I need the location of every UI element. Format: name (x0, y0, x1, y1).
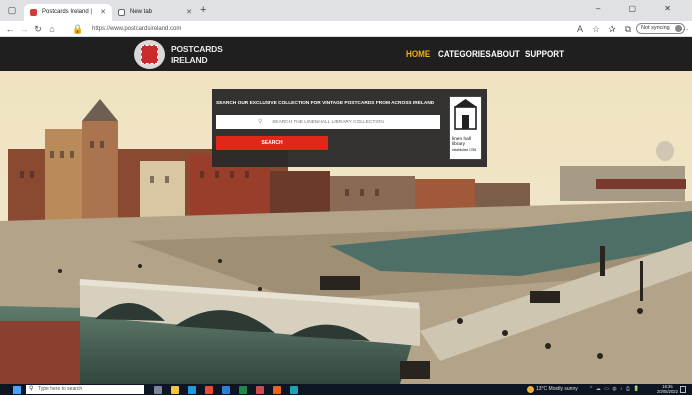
browser-toolbar: ← → ↻ ⌂ 🔒 https://www.postcardsireland.c… (0, 21, 692, 37)
edge-active-icon[interactable] (290, 386, 298, 394)
weather-sun-icon[interactable] (527, 386, 534, 393)
workspace-icon[interactable]: ▢ (6, 5, 18, 15)
read-aloud-icon[interactable]: A (574, 23, 586, 35)
tab-postcards-ireland[interactable]: Postcards Ireland | ✕ (24, 4, 112, 21)
search-icon: ⚲ (258, 119, 263, 125)
tab-title: New tab (130, 9, 153, 15)
home-icon[interactable]: ⌂ (46, 23, 58, 35)
notification-icon[interactable] (680, 386, 686, 393)
logo-text-line1[interactable]: POSTCARDS (171, 44, 223, 54)
nav-home[interactable]: HOME (406, 49, 430, 60)
photos-icon[interactable] (256, 386, 264, 394)
firefox-icon[interactable] (273, 386, 281, 394)
excel-icon[interactable] (239, 386, 247, 394)
file-explorer-icon[interactable] (171, 386, 179, 394)
search-panel-title: SEARCH OUR EXCLUSIVE COLLECTION FOR VINT… (216, 101, 435, 106)
favorites-icon[interactable]: ✰ (606, 23, 618, 35)
clock-date: 20/05/2022 (657, 389, 678, 394)
refresh-icon[interactable]: ↻ (32, 23, 44, 35)
library-line2: library (452, 142, 466, 147)
taskbar-search-placeholder: Type here to search (38, 386, 83, 392)
stamp-logo-icon (141, 45, 158, 64)
postcards-favicon-icon (30, 9, 37, 16)
site-header: POSTCARDS IRELAND HOME CATEGORIES ABOUT … (0, 37, 692, 71)
logo-text-line2[interactable]: IRELAND (171, 55, 208, 65)
new-tab-button[interactable]: + (200, 5, 206, 16)
tab-title: Postcards Ireland | (42, 9, 92, 15)
task-view-icon[interactable] (154, 386, 162, 394)
tab-close-icon[interactable]: ✕ (186, 4, 192, 21)
nav-about[interactable]: ABOUT (491, 49, 520, 60)
edge-icon[interactable] (188, 386, 196, 394)
start-windows-icon[interactable] (13, 386, 21, 394)
taskbar-search-box[interactable]: ⚲ Type here to search (26, 385, 144, 394)
system-tray-icons[interactable]: ^ ☁ ▭ ◍ ♪ ⎙ 🔋 (590, 385, 641, 394)
chrome-icon[interactable] (205, 386, 213, 394)
nav-support[interactable]: SUPPORT (525, 49, 564, 60)
tab-new-tab[interactable]: New tab ✕ (112, 4, 198, 21)
tab-close-icon[interactable]: ✕ (100, 4, 106, 21)
more-menu-icon[interactable]: ··· (678, 23, 690, 35)
sync-label: Not syncing (641, 25, 670, 31)
window-controls[interactable]: – ▢ ✕ (596, 4, 684, 13)
collections-icon[interactable]: ⧉ (622, 23, 634, 35)
lock-icon[interactable]: 🔒 (72, 23, 84, 35)
weather-text[interactable]: 13°C Mostly sunny (536, 385, 578, 394)
address-bar[interactable]: https://www.postcardsireland.com (92, 24, 181, 34)
library-line3: established 1788 (452, 148, 477, 152)
windows-taskbar: ⚲ Type here to search 13°C Mostly sunny … (0, 384, 692, 395)
browser-tab-strip: ▢ Postcards Ireland | ✕ New tab ✕ + – ▢ … (0, 0, 692, 21)
search-icon: ⚲ (29, 386, 34, 392)
store-icon[interactable] (222, 386, 230, 394)
search-input[interactable] (216, 115, 440, 129)
forward-icon[interactable]: → (18, 23, 30, 35)
library-building-icon (454, 99, 477, 130)
nav-categories[interactable]: CATEGORIES (438, 49, 491, 60)
search-button[interactable]: SEARCH (216, 136, 328, 150)
favorite-star-icon[interactable]: ☆ (590, 23, 602, 35)
taskbar-clock[interactable]: 16:35 20/05/2022 (657, 384, 678, 394)
back-icon[interactable]: ← (4, 23, 16, 35)
new-tab-favicon-icon (118, 9, 125, 16)
